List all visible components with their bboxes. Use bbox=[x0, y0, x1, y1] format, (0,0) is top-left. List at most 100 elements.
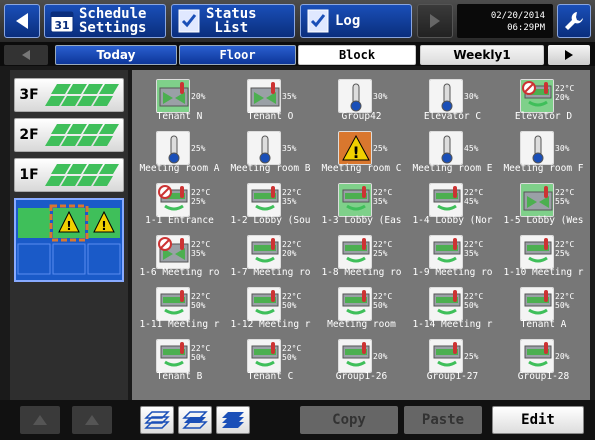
device-name: 1-12 Meeting r bbox=[230, 319, 311, 330]
device-cell[interactable]: 22°C 50% 1-14 Meeting r bbox=[407, 282, 498, 332]
tab-block[interactable]: Block bbox=[298, 45, 416, 65]
floor-panel: 3F 2F 1F ! ! bbox=[10, 70, 128, 400]
view-mode-3-button[interactable] bbox=[216, 406, 250, 434]
device-cell[interactable]: 22°C 20% Elevator D bbox=[498, 74, 589, 124]
device-value: 50% bbox=[282, 353, 297, 362]
device-icon bbox=[156, 235, 190, 269]
device-cell[interactable]: ! 25% Meeting room C bbox=[316, 126, 407, 176]
device-grid: 20% Tenant N 35% Tenant O 30% Group42 30% Eleva… bbox=[132, 70, 590, 400]
device-cell[interactable]: 25% Group1-27 bbox=[407, 334, 498, 384]
log-label: Log bbox=[335, 13, 361, 29]
log-button[interactable]: Log bbox=[300, 4, 412, 38]
device-cell[interactable]: 20% Group1-26 bbox=[316, 334, 407, 384]
device-cell[interactable]: 22°C 50% Tenant B bbox=[134, 334, 225, 384]
device-cell[interactable]: 22°C 20% 1-7 Meeting ro bbox=[225, 230, 316, 280]
device-cell[interactable]: 22°C 50% 1-12 Meeting r bbox=[225, 282, 316, 332]
device-temp: 22°C bbox=[373, 188, 393, 197]
device-cell[interactable]: 35% Meeting room B bbox=[225, 126, 316, 176]
device-cell[interactable]: 20% Group1-28 bbox=[498, 334, 589, 384]
device-cell[interactable]: 22°C 35% 1-6 Meeting ro bbox=[134, 230, 225, 280]
tab-scroll-left[interactable] bbox=[4, 45, 48, 65]
time-text: 06:29PM bbox=[507, 23, 545, 33]
device-cell[interactable]: 25% Meeting room A bbox=[134, 126, 225, 176]
device-icon bbox=[247, 183, 281, 217]
device-cell[interactable]: 35% Tenant O bbox=[225, 74, 316, 124]
tab-today[interactable]: Today bbox=[55, 45, 177, 65]
device-icon bbox=[156, 79, 190, 113]
device-temp: 22°C bbox=[373, 292, 393, 301]
scroll-up-button[interactable] bbox=[20, 406, 60, 434]
device-values: 22°C 50% bbox=[191, 292, 210, 310]
device-cell[interactable]: 22°C 50% Tenant A bbox=[498, 282, 589, 332]
floor-button-1f[interactable]: 1F bbox=[14, 158, 124, 192]
device-name: 1-6 Meeting ro bbox=[139, 267, 220, 278]
device-name: 1-8 Meeting ro bbox=[321, 267, 402, 278]
device-cell[interactable]: 30% Group42 bbox=[316, 74, 407, 124]
device-values: 30% bbox=[464, 84, 478, 101]
device-cell[interactable]: 22°C 50% 1-11 Meeting r bbox=[134, 282, 225, 332]
device-icon bbox=[429, 79, 463, 113]
device-values: 20% bbox=[373, 344, 387, 361]
device-values: 35% bbox=[282, 136, 296, 153]
device-temp: 22°C bbox=[555, 84, 575, 93]
device-value: 35% bbox=[191, 249, 206, 258]
device-cell[interactable]: 45% Meeting room E bbox=[407, 126, 498, 176]
bottom-bar: Copy Paste Edit bbox=[0, 400, 595, 440]
forward-button[interactable] bbox=[417, 4, 453, 38]
up-arrow-icon bbox=[85, 415, 99, 425]
device-name: Meeting room C bbox=[321, 163, 402, 174]
device-cell[interactable]: 22°C 50% Tenant C bbox=[225, 334, 316, 384]
device-value: 20% bbox=[191, 92, 206, 101]
device-temp: 22°C bbox=[555, 240, 575, 249]
device-icon bbox=[520, 339, 554, 373]
svg-text:!: ! bbox=[66, 219, 71, 233]
tab-floor[interactable]: Floor bbox=[179, 45, 296, 65]
device-cell[interactable]: 22°C 55% 1-5 Lobby (Wes bbox=[498, 178, 589, 228]
device-values: 22°C 25% bbox=[191, 188, 210, 206]
device-icon bbox=[156, 287, 190, 321]
settings-button[interactable] bbox=[557, 4, 591, 38]
device-cell[interactable]: 22°C 25% 1-8 Meeting ro bbox=[316, 230, 407, 280]
floor-button-2f[interactable]: 2F bbox=[14, 118, 124, 152]
device-values: 22°C 50% bbox=[282, 344, 301, 362]
device-cell[interactable]: 22°C 25% 1-10 Meeting r bbox=[498, 230, 589, 280]
device-name: Group42 bbox=[341, 111, 382, 122]
device-temp: 22°C bbox=[191, 188, 211, 197]
back-button[interactable] bbox=[4, 4, 40, 38]
device-values: 22°C 45% bbox=[464, 188, 483, 206]
device-name: 1-3 Lobby (Eas bbox=[321, 215, 402, 226]
device-cell[interactable]: 22°C 35% 1-2 Lobby (Sou bbox=[225, 178, 316, 228]
device-cell[interactable]: 30% Elevator C bbox=[407, 74, 498, 124]
floor-button-3f[interactable]: 3F bbox=[14, 78, 124, 112]
device-cell[interactable]: 22°C 50% Meeting room bbox=[316, 282, 407, 332]
device-name: 1-2 Lobby (Sou bbox=[230, 215, 311, 226]
device-cell[interactable]: 22°C 35% 1-9 Meeting ro bbox=[407, 230, 498, 280]
status-list-button[interactable]: Status List bbox=[171, 4, 295, 38]
block-map[interactable]: ! ! bbox=[14, 198, 124, 282]
paste-button[interactable]: Paste bbox=[404, 406, 482, 434]
view-mode-2-button[interactable] bbox=[178, 406, 212, 434]
device-name: Meeting room B bbox=[230, 163, 311, 174]
schedule-settings-label: Schedule Settings bbox=[79, 6, 147, 36]
copy-button[interactable]: Copy bbox=[300, 406, 398, 434]
device-cell[interactable]: 22°C 35% 1-3 Lobby (Eas bbox=[316, 178, 407, 228]
schedule-settings-button[interactable]: 31 Schedule Settings bbox=[44, 4, 166, 38]
tab-weekly[interactable]: Weekly1 bbox=[420, 45, 544, 65]
device-cell[interactable]: 22°C 25% 1-1 Entrance bbox=[134, 178, 225, 228]
left-arrow-icon bbox=[16, 13, 28, 29]
calendar-31-icon: 31 bbox=[50, 11, 74, 33]
device-values: 22°C 25% bbox=[555, 240, 574, 258]
device-values: 22°C 50% bbox=[555, 292, 574, 310]
edit-button[interactable]: Edit bbox=[492, 406, 584, 434]
tab-scroll-right[interactable] bbox=[548, 45, 590, 65]
device-cell[interactable]: 30% Meeting room F bbox=[498, 126, 589, 176]
device-cell[interactable]: 22°C 45% 1-4 Lobby (Nor bbox=[407, 178, 498, 228]
device-icon bbox=[247, 339, 281, 373]
device-icon bbox=[429, 131, 463, 165]
device-icon bbox=[520, 79, 554, 113]
view-mode-1-button[interactable] bbox=[140, 406, 174, 434]
device-cell[interactable]: 20% Tenant N bbox=[134, 74, 225, 124]
scroll-down-button[interactable] bbox=[72, 406, 112, 434]
device-values: 22°C 50% bbox=[464, 292, 483, 310]
device-icon bbox=[338, 287, 372, 321]
